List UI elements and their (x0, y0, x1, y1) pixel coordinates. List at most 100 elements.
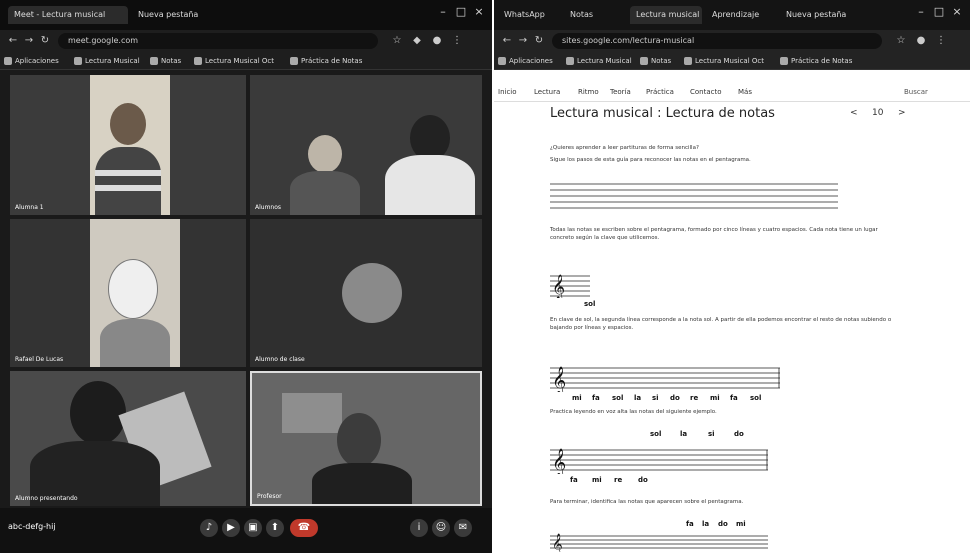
present-icon[interactable]: ⬆ (266, 519, 284, 537)
bookmark-item[interactable]: Lectura Musical Oct (194, 54, 274, 68)
tab-strip: Meet - Lectura musical Nueva pestaña – □… (0, 0, 492, 30)
nav-link[interactable]: Inicio (498, 88, 517, 96)
document-body: Lectura musical : Lectura de notas (550, 106, 900, 121)
people-icon[interactable]: ☺ (432, 519, 450, 537)
url-field[interactable]: sites.google.com/lectura-musical (552, 33, 882, 49)
paragraph: Sigue los pasos de esta guía para recono… (550, 157, 751, 163)
tab-item[interactable]: Nueva pestaña (780, 6, 846, 24)
tab-meet[interactable]: Meet - Lectura musical (8, 6, 128, 24)
note-label: re (690, 394, 699, 402)
staff-clef-sol: 𝄞 (550, 274, 590, 298)
tab-item[interactable]: Lectura musical (630, 6, 702, 24)
note-label: sol (584, 300, 596, 308)
note-label: re (614, 476, 623, 484)
nav-link[interactable]: Práctica (646, 88, 674, 96)
participant-tile[interactable]: Alumnos (250, 75, 482, 215)
close-icon[interactable]: × (950, 5, 964, 19)
tab-item[interactable]: WhatsApp (498, 6, 560, 24)
bookmark-item[interactable]: Práctica de Notas (290, 54, 362, 68)
note-label: la (702, 520, 710, 528)
bookmark-item[interactable]: Lectura Musical (74, 54, 140, 68)
note-label-row: sol la si do (650, 430, 780, 440)
maximize-icon[interactable]: □ (932, 5, 946, 19)
nav-link[interactable]: Teoría (610, 88, 631, 96)
participant-name: Alumnos (255, 204, 282, 211)
profile-icon[interactable]: ● (914, 34, 928, 48)
note-label: fa (686, 520, 694, 528)
lesson-content: ¿Quieres aprender a leer partituras de f… (550, 136, 900, 553)
page-title: Lectura musical : Lectura de notas (550, 106, 775, 121)
participant-tile[interactable]: Profesor (250, 371, 482, 506)
note-label: si (708, 430, 715, 438)
bookmarks-bar: Aplicaciones Lectura Musical Notas Lectu… (0, 52, 492, 70)
note-label: mi (736, 520, 746, 528)
profile-icon[interactable]: ● (430, 34, 444, 48)
close-icon[interactable]: × (472, 5, 486, 19)
star-icon[interactable]: ☆ (390, 34, 404, 48)
bookmark-item[interactable]: Aplicaciones (4, 54, 59, 68)
paragraph: Todas las notas se escriben sobre el pen… (550, 227, 878, 241)
nav-link[interactable]: Más (738, 88, 752, 96)
bookmark-item[interactable]: Aplicaciones (498, 54, 553, 68)
note-label: sol (750, 394, 762, 402)
note-label: mi (710, 394, 720, 402)
bookmark-item[interactable]: Lectura Musical (566, 54, 632, 68)
note-label: fa (570, 476, 578, 484)
captions-icon[interactable]: ▣ (244, 519, 262, 537)
participant-tile[interactable]: Alumno presentando (10, 371, 246, 506)
mic-icon[interactable]: ♪ (200, 519, 218, 537)
extension-icon[interactable]: ◆ (410, 34, 424, 48)
nav-link[interactable]: Lectura (534, 88, 560, 96)
participant-name: Alumna 1 (15, 204, 44, 211)
back-icon[interactable]: ← (500, 34, 514, 48)
star-icon[interactable]: ☆ (894, 34, 908, 48)
chat-icon[interactable]: ✉ (454, 519, 472, 537)
bookmark-item[interactable]: Práctica de Notas (780, 54, 852, 68)
video-call-window: Meet - Lectura musical Nueva pestaña – □… (0, 0, 492, 553)
paragraph: Practica leyendo en voz alta las notas d… (550, 409, 717, 415)
forward-icon[interactable]: → (516, 34, 530, 48)
note-label: sol (612, 394, 624, 402)
note-label: la (634, 394, 642, 402)
participant-tile[interactable]: Alumna 1 (10, 75, 246, 215)
camera-icon[interactable]: ▶ (222, 519, 240, 537)
menu-icon[interactable]: ⋮ (450, 34, 464, 48)
reload-icon[interactable]: ↻ (532, 34, 546, 48)
participant-tile[interactable]: Alumno de clase (250, 219, 482, 367)
bookmark-item[interactable]: Lectura Musical Oct (684, 54, 764, 68)
participant-name: Alumno de clase (255, 356, 305, 363)
note-label-row: fa la do mi (686, 520, 786, 530)
note-label: do (638, 476, 648, 484)
participant-tile[interactable]: Rafael De Lucas (10, 219, 246, 367)
bookmark-item[interactable]: Notas (150, 54, 181, 68)
forward-icon[interactable]: → (22, 34, 36, 48)
search-link[interactable]: Buscar (904, 88, 928, 96)
end-call-button[interactable]: ☎ (290, 519, 318, 537)
note-label: si (652, 394, 659, 402)
pager-next[interactable]: > (898, 108, 906, 118)
nav-link[interactable]: Contacto (690, 88, 722, 96)
call-controls-bar: abc-defg-hij ♪ ▶ ▣ ⬆ ☎ i ☺ ✉ (0, 508, 492, 553)
participant-name: Profesor (257, 493, 282, 500)
info-icon[interactable]: i (410, 519, 428, 537)
tab-item[interactable]: Notas (564, 6, 626, 24)
nav-link[interactable]: Ritmo (578, 88, 599, 96)
menu-icon[interactable]: ⋮ (934, 34, 948, 48)
address-bar-row: ← → ↻ sites.google.com/lectura-musical ☆… (494, 30, 970, 52)
site-navigation: Inicio Lectura Ritmo Teoría Práctica Con… (494, 84, 970, 102)
reload-icon[interactable]: ↻ (38, 34, 52, 48)
maximize-icon[interactable]: □ (454, 5, 468, 19)
back-icon[interactable]: ← (6, 34, 20, 48)
minimize-icon[interactable]: – (436, 5, 450, 19)
bookmark-item[interactable]: Notas (640, 54, 671, 68)
note-label: do (718, 520, 728, 528)
paragraph: ¿Quieres aprender a leer partituras de f… (550, 145, 699, 151)
minimize-icon[interactable]: – (914, 5, 928, 19)
url-field[interactable]: meet.google.com (58, 33, 378, 49)
note-label: sol (650, 430, 662, 438)
pager-prev[interactable]: < (850, 108, 858, 118)
tab-new[interactable]: Nueva pestaña (132, 6, 198, 24)
staff-example-final: 𝄞 (550, 534, 768, 552)
note-label: la (680, 430, 688, 438)
tab-item[interactable]: Aprendizaje (706, 6, 776, 24)
